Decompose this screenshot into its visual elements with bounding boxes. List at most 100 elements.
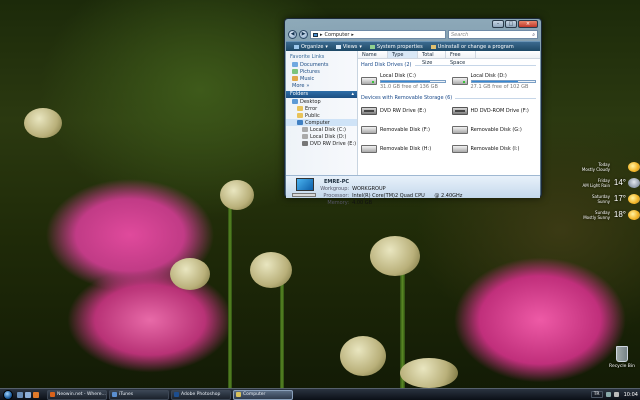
navigation-pane: Favorite Links Documents Pictures Music … — [286, 51, 358, 175]
drive-removable-i[interactable]: Removable Disk (I:) — [451, 141, 537, 157]
drive-name: HD DVD-ROM Drive (F:) — [470, 108, 529, 114]
address-row: ◀ ▶ ▸ Computer ▸ Search ⌕ — [288, 29, 538, 40]
music-icon — [292, 76, 298, 81]
browser-icon[interactable] — [33, 391, 39, 398]
tree-item-local-disk-c[interactable]: Local Disk (C:) — [286, 126, 357, 133]
drive-icon — [302, 127, 308, 132]
show-desktop-icon[interactable] — [17, 391, 23, 398]
weather-day-label: Today Mostly Cloudy — [582, 162, 610, 172]
tree-item-label: Error — [305, 105, 318, 112]
explorer-content: Favorite Links Documents Pictures Music … — [286, 51, 540, 175]
system-properties-label: System properties — [376, 43, 423, 50]
system-properties-button[interactable]: System properties — [369, 43, 423, 50]
optical-drive-icon — [361, 107, 377, 115]
nav-link-documents[interactable]: Documents — [286, 61, 357, 68]
chevron-down-icon: ▾ — [359, 43, 362, 50]
tree-item-desktop[interactable]: Desktop — [286, 98, 357, 105]
computer-icon — [297, 120, 303, 125]
breadcrumb-computer[interactable]: Computer — [325, 32, 350, 38]
minimize-button[interactable]: – — [492, 20, 504, 28]
views-button[interactable]: Views ▾ — [335, 43, 362, 50]
folder-icon — [297, 106, 303, 111]
partly-cloudy-icon — [628, 161, 640, 172]
column-free-space[interactable]: Free Space — [446, 51, 476, 66]
folders-heading-label: Folders — [290, 91, 309, 97]
maximize-button[interactable]: □ — [505, 20, 517, 28]
favorite-links-heading: Favorite Links — [290, 54, 325, 60]
drive-local-disk-c[interactable]: Local Disk (C:) 31.0 GB free of 136 GB — [361, 70, 446, 92]
hard-drive-icon — [361, 77, 377, 85]
task-button[interactable]: iTunes — [109, 389, 169, 400]
drive-free-space: 31.0 GB free of 136 GB — [380, 83, 438, 90]
language-indicator[interactable]: TR — [590, 391, 603, 398]
weather-day-label: Saturday Sunny — [592, 194, 610, 204]
volume-icon[interactable] — [613, 392, 619, 397]
drive-hd-dvd-rom[interactable]: HD DVD-ROM Drive (F:) — [451, 103, 537, 119]
details-pane: EMRE-PC Workgroup: WORKGROUP Processor: … — [286, 175, 540, 206]
system-properties-icon — [369, 44, 375, 49]
tree-item-public[interactable]: Public — [286, 112, 357, 119]
documents-icon — [292, 62, 298, 67]
switch-windows-icon[interactable] — [25, 391, 31, 398]
taskbar: Neowin.net - Where... iTunes Adobe Photo… — [0, 388, 640, 400]
removable-group-header[interactable]: Devices with Removable Storage (6) — [361, 95, 540, 101]
hard-drive-icon — [451, 77, 468, 85]
nav-link-label: Pictures — [300, 68, 320, 75]
column-name[interactable]: Name — [358, 51, 388, 58]
close-button[interactable]: × — [518, 20, 538, 28]
task-buttons: Neowin.net - Where... iTunes Adobe Photo… — [47, 389, 293, 400]
nav-link-more[interactable]: More » — [286, 82, 357, 89]
search-input[interactable]: Search ⌕ — [448, 30, 538, 39]
folders-heading[interactable]: Folders ▴ — [286, 91, 357, 98]
address-bar[interactable]: ▸ Computer ▸ — [310, 30, 446, 39]
removable-disk-icon — [361, 145, 377, 153]
tree-item-dvd-rw[interactable]: DVD RW Drive (E:) — [286, 140, 357, 147]
breadcrumb-chevron-icon: ▸ — [320, 31, 323, 38]
back-button[interactable]: ◀ — [288, 30, 297, 39]
weather-desc: Mostly Cloudy — [581, 166, 610, 172]
weather-gadget[interactable]: Today Mostly Cloudy Friday AM Light Rain… — [574, 160, 640, 221]
removable-disk-icon — [361, 126, 377, 134]
rain-icon — [628, 177, 640, 188]
tree-item-local-disk-d[interactable]: Local Disk (D:) — [286, 133, 357, 140]
processor-value: Intel(R) Core(TM)2 Quad CPU @ 2.40GHz — [352, 193, 462, 199]
computer-details: Workgroup: WORKGROUP Processor: Intel(R)… — [319, 186, 462, 206]
forward-button[interactable]: ▶ — [299, 30, 308, 39]
flower-bud — [400, 358, 458, 388]
weather-desc: Sunny — [597, 198, 610, 204]
nav-link-pictures[interactable]: Pictures — [286, 68, 357, 75]
organize-button[interactable]: Organize ▾ — [294, 44, 328, 50]
pictures-icon — [292, 69, 298, 74]
recycle-bin-label: Recycle Bin — [609, 364, 635, 369]
column-type[interactable]: Type — [388, 51, 418, 58]
tree-item-computer[interactable]: Computer — [286, 119, 357, 126]
uninstall-label: Uninstall or change a program — [437, 43, 514, 50]
clock[interactable]: 10:04 — [624, 392, 638, 398]
drive-dvd-rw-e[interactable]: DVD RW Drive (E:) — [361, 103, 446, 119]
tree-item-error[interactable]: Error — [286, 105, 357, 112]
explorer-window[interactable]: – □ × ◀ ▶ ▸ Computer ▸ Search ⌕ Organize… — [284, 18, 542, 206]
flower-bud — [220, 180, 254, 210]
weather-row: Friday AM Light Rain 14° — [574, 176, 640, 189]
network-icon[interactable] — [605, 392, 611, 397]
weather-temp: 17° — [613, 194, 626, 203]
drive-name: Removable Disk (H:) — [380, 146, 432, 152]
drive-removable-g[interactable]: Removable Disk (G:) — [451, 122, 537, 138]
start-button[interactable] — [3, 389, 13, 400]
task-button[interactable]: Neowin.net - Where... — [47, 389, 107, 400]
computer-name: EMRE-PC — [324, 179, 350, 185]
recycle-bin-shortcut[interactable]: Recycle Bin — [606, 346, 638, 369]
task-button[interactable]: Computer — [233, 389, 293, 400]
weather-day-label: Friday AM Light Rain — [582, 178, 610, 188]
drive-usage-bar — [380, 79, 446, 83]
uninstall-button[interactable]: Uninstall or change a program — [430, 43, 514, 50]
memory-label: Memory: — [327, 200, 350, 206]
task-button[interactable]: Adobe Photoshop — [171, 389, 231, 400]
nav-link-music[interactable]: Music — [286, 75, 357, 82]
drive-removable-h[interactable]: Removable Disk (H:) — [361, 141, 446, 157]
drive-removable-f[interactable]: Removable Disk (F:) — [361, 122, 446, 138]
column-total-size[interactable]: Total Size — [418, 51, 446, 66]
task-label: iTunes — [119, 392, 134, 397]
views-label: Views — [342, 43, 358, 50]
drive-local-disk-d[interactable]: Local Disk (D:) 27.1 GB free of 102 GB — [451, 70, 536, 92]
